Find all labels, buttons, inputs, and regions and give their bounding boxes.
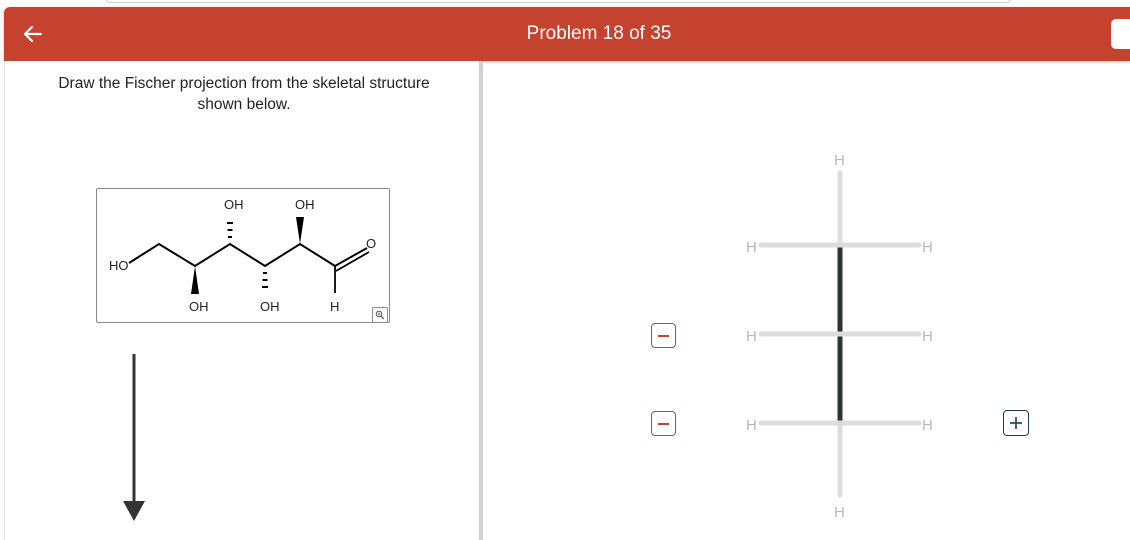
question-prompt: Draw the Fischer projection from the ske… <box>58 75 430 113</box>
header-right-button[interactable]: S <box>1111 19 1130 49</box>
top-pill <box>105 0 1012 3</box>
magnify-icon <box>375 310 385 320</box>
label-oh-top-1: OH <box>224 197 244 212</box>
label-oh-bottom-1: OH <box>189 299 209 314</box>
skeletal-structure-box: HO OH OH OH OH H O <box>96 188 390 323</box>
fischer-projection: H H H H H H H H <box>746 152 933 521</box>
label-h: H <box>330 299 339 314</box>
answer-panel: H H H H H H H H <box>483 61 1130 540</box>
fischer-row3-left-h: H <box>746 417 757 434</box>
skeletal-structure: HO OH OH OH OH H O <box>109 197 376 314</box>
remove-row-button-2[interactable] <box>651 411 676 436</box>
plus-icon <box>1010 417 1022 429</box>
header-bar: Problem 18 of 35 S <box>4 7 1130 61</box>
zoom-button[interactable] <box>372 307 388 323</box>
fischer-row1-right-h: H <box>922 239 933 256</box>
fischer-row3-right-h: H <box>922 417 933 434</box>
add-row-button[interactable] <box>1003 410 1029 436</box>
fischer-row2-right-h: H <box>922 328 933 345</box>
minus-icon <box>658 334 669 337</box>
label-o: O <box>366 236 376 251</box>
remove-row-button-1[interactable] <box>651 323 676 348</box>
fischer-bottom-h: H <box>834 504 845 521</box>
fischer-row2-left-h: H <box>746 328 757 345</box>
down-arrow-icon <box>123 354 145 521</box>
label-oh-bottom-2: OH <box>260 299 280 314</box>
problem-counter: Problem 18 of 35 <box>526 23 672 44</box>
fischer-row1-left-h: H <box>746 239 757 256</box>
minus-icon <box>658 422 669 425</box>
label-oh-top-2: OH <box>295 197 315 212</box>
fischer-top-h: H <box>834 152 845 169</box>
label-ho: HO <box>109 258 129 273</box>
question-panel: Draw the Fischer projection from the ske… <box>4 61 480 540</box>
